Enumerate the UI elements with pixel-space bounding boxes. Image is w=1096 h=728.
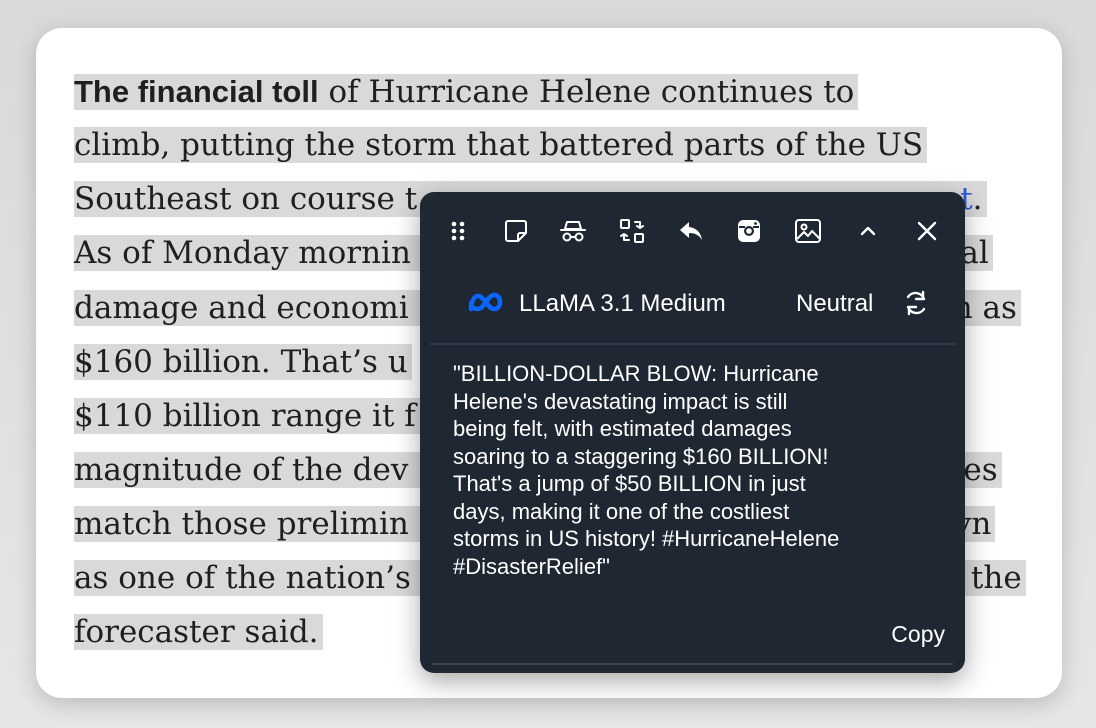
incognito-icon[interactable] xyxy=(556,214,590,248)
article-line-1: The financial toll of Hurricane Helene c… xyxy=(74,68,859,116)
article-lead-bold: The financial toll xyxy=(74,74,319,109)
close-icon[interactable] xyxy=(910,214,944,248)
transform-icon[interactable] xyxy=(615,214,649,248)
reply-icon[interactable] xyxy=(674,214,708,248)
model-name[interactable]: LLaMA 3.1 Medium xyxy=(519,290,726,318)
collapse-icon[interactable] xyxy=(851,214,885,248)
image-icon[interactable] xyxy=(791,214,825,248)
drag-handle-icon[interactable] xyxy=(441,214,475,248)
tone-selector[interactable]: Neutral xyxy=(796,290,873,318)
popup-divider xyxy=(430,343,955,345)
model-selector-row: LLaMA 3.1 Medium Neutral xyxy=(420,280,965,328)
ai-rewrite-popup: LLaMA 3.1 Medium Neutral "BILLION-DOLLAR… xyxy=(420,192,965,673)
article-line-11: forecaster said. xyxy=(74,608,323,656)
copy-button[interactable]: Copy xyxy=(891,620,945,648)
popup-bottom-divider xyxy=(432,663,953,665)
article-line-7: $110 billion range it f xyxy=(74,392,420,440)
generated-text: "BILLION-DOLLAR BLOW: Hurricane Helene's… xyxy=(453,361,840,579)
article-line-6: $160 billion. That’s u xyxy=(74,338,412,386)
instagram-icon[interactable] xyxy=(732,214,766,248)
article-line-2: climb, putting the storm that battered p… xyxy=(74,121,928,169)
meta-logo-icon xyxy=(466,290,506,321)
regenerate-icon[interactable] xyxy=(901,288,931,323)
popup-toolbar xyxy=(420,210,965,256)
sticky-note-icon[interactable] xyxy=(499,214,533,248)
